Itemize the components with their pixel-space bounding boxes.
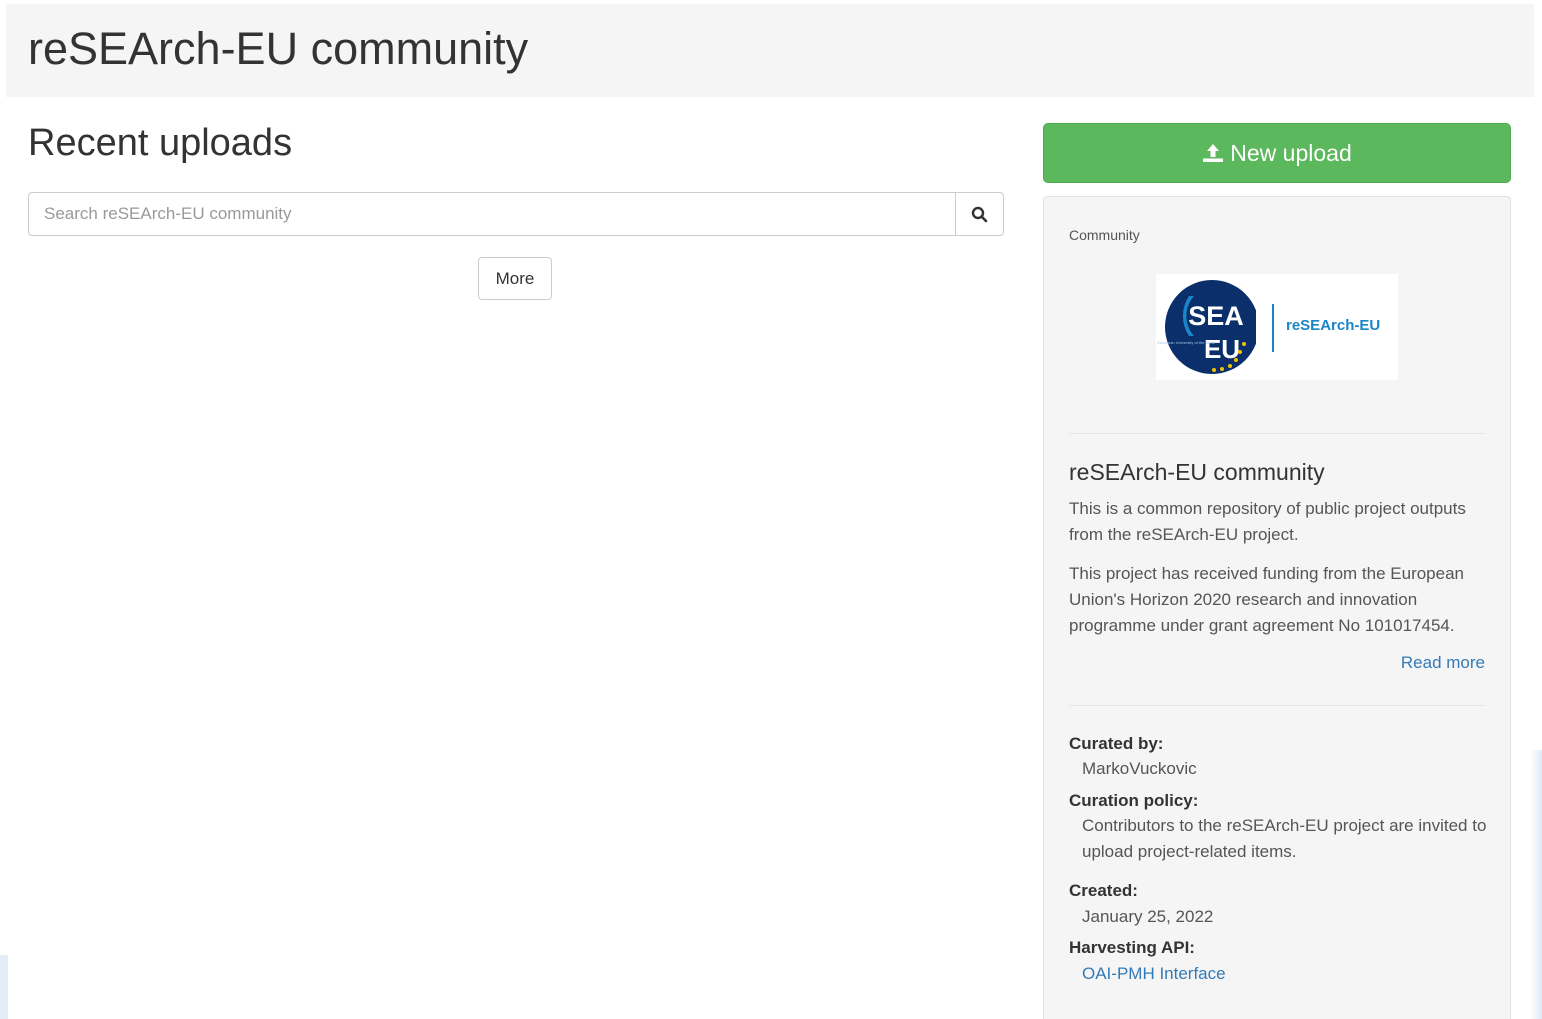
curated-by-label: Curated by: (1069, 734, 1164, 753)
curation-policy-text: Contributors to the reSEArch-EU project … (1082, 816, 1487, 861)
curator-name: MarkoVuckovic (1082, 759, 1197, 778)
sea-eu-logo-icon: SEA EU European University of the Seas (1157, 280, 1256, 374)
community-title: reSEArch-EU community (1069, 459, 1325, 485)
decorative-edge (0, 955, 8, 1019)
new-upload-label: New upload (1230, 139, 1352, 166)
logo-small-text: European University of the Seas (1157, 340, 1214, 345)
description-paragraph: This is a common repository of public pr… (1069, 499, 1466, 544)
community-logo: SEA EU European University of the Seas r… (1156, 274, 1398, 380)
divider (1069, 705, 1486, 706)
created-date: January 25, 2022 (1082, 907, 1214, 926)
logo-divider (1272, 304, 1274, 352)
panel-label: Community (1069, 227, 1140, 243)
svg-text:SEA: SEA (1188, 301, 1244, 331)
community-info-panel: Community SEA EU European University of … (1043, 196, 1511, 1019)
harvesting-api-value: OAI-PMH Interface (1082, 961, 1492, 987)
upload-icon (1203, 144, 1224, 162)
harvesting-api-label: Harvesting API: (1069, 938, 1195, 957)
logo-wordmark: reSEArch-EU (1286, 317, 1381, 334)
decorative-edge (1530, 750, 1542, 1019)
read-more-link[interactable]: Read more (1401, 653, 1485, 673)
page-title: reSEArch-EU community (28, 23, 529, 74)
oai-pmh-link[interactable]: OAI-PMH Interface (1082, 964, 1226, 983)
created-label: Created: (1069, 881, 1138, 900)
community-header: reSEArch-EU community (6, 4, 1534, 97)
search-group (28, 192, 1004, 236)
divider (1069, 433, 1486, 434)
funding-paragraph: This project has received funding from t… (1069, 564, 1465, 635)
search-icon (971, 206, 988, 222)
new-upload-button[interactable]: New upload (1043, 123, 1511, 183)
more-button[interactable]: More (478, 257, 552, 300)
curation-policy-label: Curation policy: (1069, 791, 1199, 810)
recent-uploads-heading: Recent uploads (28, 122, 293, 164)
search-button[interactable] (955, 192, 1004, 236)
page: reSEArch-EU community Recent uploads Mor… (0, 0, 1542, 1019)
search-input[interactable] (28, 192, 955, 236)
